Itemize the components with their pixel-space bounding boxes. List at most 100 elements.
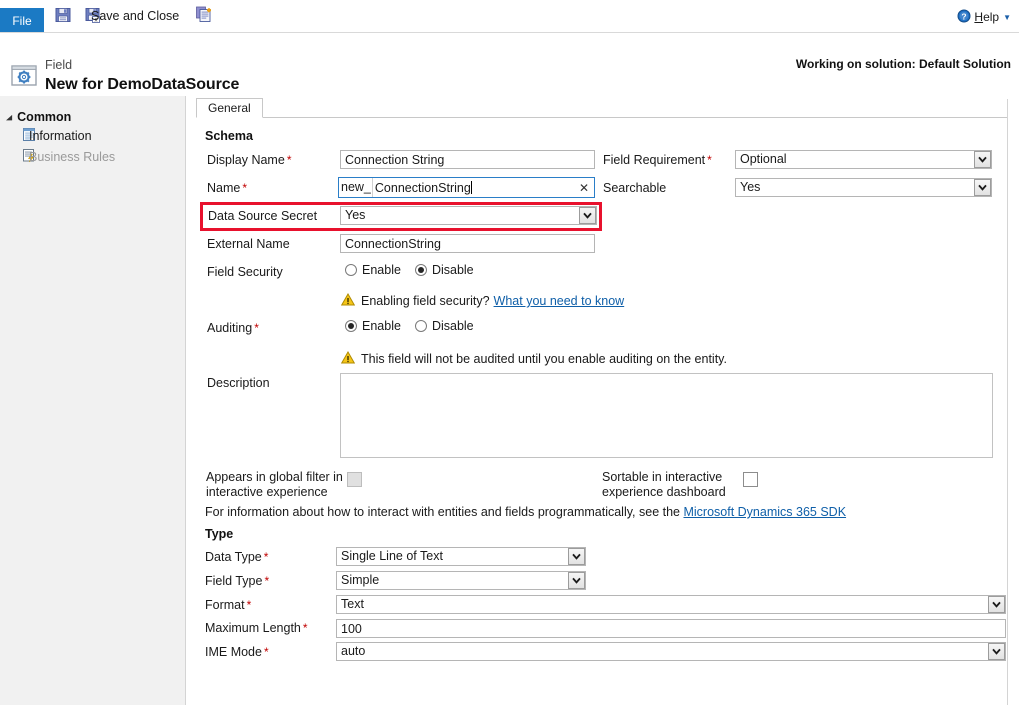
global-filter-label-line2: interactive experience bbox=[206, 485, 328, 499]
file-tab[interactable]: File bbox=[0, 8, 44, 33]
warning-icon bbox=[341, 351, 355, 367]
auditing-disable-option[interactable]: Disable bbox=[415, 319, 474, 333]
header-entity-kind: Field bbox=[45, 58, 72, 72]
maximum-length-input[interactable] bbox=[336, 619, 1006, 638]
required-asterisk: * bbox=[254, 321, 259, 335]
data-source-secret-label: Data Source Secret bbox=[208, 209, 317, 223]
save-and-close-button[interactable]: x Save and Close bbox=[85, 5, 101, 27]
sortable-checkbox[interactable] bbox=[743, 472, 758, 487]
data-type-select[interactable]: Single Line of Text bbox=[336, 547, 586, 566]
help-menu[interactable]: ? Help ▼ bbox=[957, 8, 1011, 26]
sortable-label: Sortable in interactive experience dashb… bbox=[602, 470, 752, 500]
field-security-disable-option[interactable]: Disable bbox=[415, 263, 474, 277]
chevron-down-icon[interactable] bbox=[579, 207, 596, 224]
sidebar-item-business-rules[interactable]: Business Rules bbox=[22, 147, 37, 167]
new-record-button[interactable] bbox=[196, 5, 213, 27]
field-type-label-text: Field Type bbox=[205, 574, 262, 588]
name-input-wrapper[interactable]: new_ ConnectionString ✕ bbox=[338, 177, 595, 198]
field-security-note: Enabling field security? What you need t… bbox=[341, 293, 624, 309]
new-record-icon bbox=[196, 6, 213, 26]
dynamics-365-sdk-link[interactable]: Microsoft Dynamics 365 SDK bbox=[683, 505, 846, 519]
sidebar-group-common[interactable]: ◢ Common bbox=[6, 110, 71, 124]
sidebar-item-label: Business Rules bbox=[29, 150, 115, 164]
external-name-input[interactable] bbox=[340, 234, 595, 253]
warning-icon bbox=[341, 293, 355, 309]
auditing-disable-label: Disable bbox=[432, 319, 474, 333]
field-requirement-value: Optional bbox=[736, 151, 974, 168]
chevron-down-icon[interactable] bbox=[988, 596, 1005, 613]
radio-unselected-icon[interactable] bbox=[345, 264, 357, 276]
required-asterisk: * bbox=[264, 550, 269, 564]
help-accesskey-letter: H bbox=[974, 10, 983, 24]
format-label-text: Format bbox=[205, 598, 245, 612]
display-name-label: Display Name* bbox=[207, 153, 291, 167]
sidebar-group-label: Common bbox=[17, 110, 71, 124]
field-gear-icon bbox=[10, 62, 38, 90]
maximum-length-label: Maximum Length* bbox=[205, 621, 308, 635]
global-filter-label-line1: Appears in global filter in bbox=[206, 470, 343, 484]
required-asterisk: * bbox=[247, 598, 252, 612]
type-section-title: Type bbox=[205, 527, 233, 541]
clear-icon[interactable]: ✕ bbox=[574, 181, 594, 195]
sidebar-item-information[interactable]: Information bbox=[22, 126, 37, 146]
field-security-enable-label: Enable bbox=[362, 263, 401, 277]
searchable-label: Searchable bbox=[603, 181, 666, 195]
auditing-radio-group[interactable]: Enable Disable bbox=[345, 319, 488, 333]
searchable-select[interactable]: Yes bbox=[735, 178, 992, 197]
data-type-label-text: Data Type bbox=[205, 550, 262, 564]
field-type-select[interactable]: Simple bbox=[336, 571, 586, 590]
chevron-down-icon[interactable] bbox=[568, 572, 585, 589]
ime-mode-label: IME Mode* bbox=[205, 645, 269, 659]
command-ribbon: File bbox=[0, 0, 1019, 33]
name-prefix: new_ bbox=[339, 178, 373, 197]
maximum-length-label-text: Maximum Length bbox=[205, 621, 301, 635]
chevron-down-icon[interactable] bbox=[974, 179, 991, 196]
chevron-down-icon[interactable] bbox=[974, 151, 991, 168]
field-security-enable-option[interactable]: Enable bbox=[345, 263, 401, 277]
display-name-label-text: Display Name bbox=[207, 153, 285, 167]
radio-unselected-icon[interactable] bbox=[415, 320, 427, 332]
auditing-enable-label: Enable bbox=[362, 319, 401, 333]
data-source-secret-value: Yes bbox=[341, 207, 579, 224]
external-name-label: External Name bbox=[207, 237, 290, 251]
ime-mode-label-text: IME Mode bbox=[205, 645, 262, 659]
radio-selected-icon[interactable] bbox=[415, 264, 427, 276]
auditing-enable-option[interactable]: Enable bbox=[345, 319, 401, 333]
name-value: ConnectionString bbox=[375, 181, 471, 195]
field-type-value: Simple bbox=[337, 572, 568, 589]
content-right-border bbox=[1007, 99, 1008, 705]
save-button[interactable] bbox=[55, 5, 71, 27]
save-icon bbox=[55, 7, 71, 26]
description-textarea[interactable] bbox=[340, 373, 993, 458]
format-select[interactable]: Text bbox=[336, 595, 1006, 614]
field-requirement-select[interactable]: Optional bbox=[735, 150, 992, 169]
sortable-label-line1: Sortable in interactive bbox=[602, 470, 722, 484]
radio-selected-icon[interactable] bbox=[345, 320, 357, 332]
svg-text:?: ? bbox=[962, 11, 967, 21]
sdk-info-text: For information about how to interact wi… bbox=[205, 505, 683, 519]
tab-strip: General bbox=[196, 98, 296, 118]
help-icon: ? bbox=[957, 9, 971, 26]
field-security-disable-label: Disable bbox=[432, 263, 474, 277]
what-you-need-to-know-link[interactable]: What you need to know bbox=[494, 294, 625, 308]
auditing-label-text: Auditing bbox=[207, 321, 252, 335]
name-label: Name* bbox=[207, 181, 247, 195]
chevron-down-icon[interactable] bbox=[568, 548, 585, 565]
tab-general[interactable]: General bbox=[196, 98, 263, 118]
data-source-secret-select[interactable]: Yes bbox=[340, 206, 597, 225]
format-value: Text bbox=[337, 596, 988, 613]
sidebar-item-label: Information bbox=[29, 129, 92, 143]
name-input[interactable]: ConnectionString bbox=[373, 181, 574, 195]
chevron-down-icon[interactable] bbox=[988, 643, 1005, 660]
field-requirement-label: Field Requirement* bbox=[603, 153, 712, 167]
display-name-input[interactable] bbox=[340, 150, 595, 169]
sdk-info-line: For information about how to interact wi… bbox=[205, 505, 846, 519]
required-asterisk: * bbox=[264, 574, 269, 588]
ime-mode-value: auto bbox=[337, 643, 988, 660]
global-filter-label: Appears in global filter in interactive … bbox=[206, 470, 346, 500]
field-security-radio-group[interactable]: Enable Disable bbox=[345, 263, 488, 277]
ime-mode-select[interactable]: auto bbox=[336, 642, 1006, 661]
schema-section-title: Schema bbox=[205, 129, 253, 143]
field-type-label: Field Type* bbox=[205, 574, 269, 588]
required-asterisk: * bbox=[287, 153, 292, 167]
